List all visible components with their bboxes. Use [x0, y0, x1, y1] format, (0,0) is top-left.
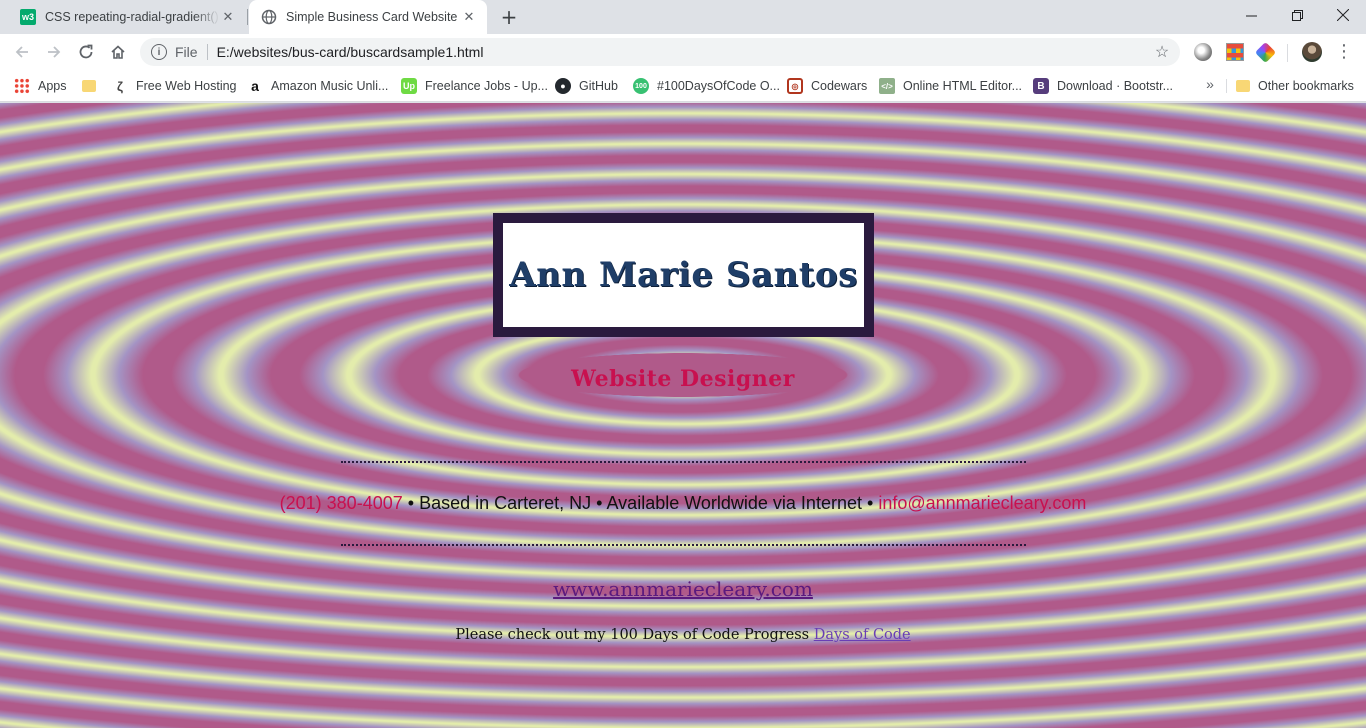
- bookmark-label: GitHub: [579, 79, 618, 93]
- bookmark-label: Free Web Hosting: [136, 79, 237, 93]
- bookmark-label: Online HTML Editor...: [903, 79, 1023, 93]
- arrow-right-icon: [48, 46, 61, 58]
- minimize-button[interactable]: [1228, 0, 1274, 30]
- bookmark-free-web-hosting[interactable]: ζ Free Web Hosting: [112, 76, 237, 96]
- menu-icon[interactable]: ⋮: [1334, 40, 1354, 64]
- home-button[interactable]: [106, 40, 130, 64]
- website-line: www.annmariecleary.com: [0, 577, 1366, 601]
- w3schools-icon: w3: [20, 9, 36, 25]
- forward-button[interactable]: [42, 40, 66, 64]
- bookmark-upwork[interactable]: Up Freelance Jobs - Up...: [401, 76, 548, 96]
- bootstrap-icon: B: [1033, 78, 1049, 94]
- bookmark-amazon-music[interactable]: a Amazon Music Unli...: [247, 76, 388, 96]
- amazon-icon: a: [251, 78, 259, 94]
- availability-text: Available Worldwide via Internet: [606, 493, 862, 513]
- email-address: info@annmariecleary.com: [878, 493, 1087, 513]
- folder-icon: [82, 80, 96, 92]
- progress-line: Please check out my 100 Days of Code Pro…: [0, 627, 1366, 643]
- bookmark-label: Codewars: [811, 79, 868, 93]
- back-button[interactable]: [10, 40, 34, 64]
- arrow-left-icon: [15, 46, 28, 58]
- info-icon[interactable]: i: [151, 44, 167, 60]
- bookmark-folder[interactable]: [82, 76, 104, 96]
- reload-button[interactable]: [74, 40, 98, 64]
- separator-bullet: •: [867, 493, 874, 513]
- page-viewport: Ann Marie Santos Website Designer (201) …: [0, 103, 1366, 728]
- address-divider: [206, 44, 208, 60]
- restore-button[interactable]: [1274, 0, 1320, 30]
- scheme-label: File: [175, 44, 198, 60]
- tab-title: Simple Business Card Website: [286, 10, 458, 24]
- extension-circle-icon[interactable]: [1194, 43, 1212, 61]
- bookmark-100days[interactable]: 100 #100DaysOfCode O...: [633, 76, 780, 96]
- dotted-divider: [341, 461, 1026, 463]
- globe-icon: [261, 9, 277, 25]
- extension-grid-icon[interactable]: [1226, 43, 1244, 61]
- bookmark-github[interactable]: ● GitHub: [555, 76, 618, 96]
- phone-number: (201) 380-4007: [279, 493, 403, 513]
- close-window-button[interactable]: [1320, 0, 1366, 30]
- bookmark-html-editor[interactable]: </> Online HTML Editor...: [879, 76, 1022, 96]
- bookmark-codewars[interactable]: ◎ Codewars: [787, 76, 867, 96]
- folder-icon: [1236, 80, 1250, 92]
- reload-icon: [79, 44, 93, 59]
- 100days-icon: 100: [633, 78, 649, 94]
- dotted-divider: [341, 544, 1026, 546]
- name-card: Ann Marie Santos: [493, 213, 874, 337]
- tab-strip: w3 CSS repeating-radial-gradient() fu ✕ …: [0, 0, 1366, 34]
- separator-bullet: •: [596, 493, 603, 513]
- close-icon[interactable]: ✕: [461, 9, 477, 25]
- new-tab-button[interactable]: +: [498, 5, 520, 29]
- html-editor-icon: </>: [879, 78, 895, 94]
- profile-avatar[interactable]: [1302, 42, 1322, 62]
- url-text[interactable]: E:/websites/bus-card/buscardsample1.html: [217, 44, 1150, 60]
- upwork-icon: Up: [401, 78, 417, 94]
- bookmark-apps[interactable]: Apps: [14, 76, 67, 96]
- bookmark-label: Apps: [38, 79, 67, 93]
- github-icon: ●: [555, 78, 571, 94]
- days-of-code-link[interactable]: Days of Code: [814, 627, 911, 643]
- job-title: Website Designer: [571, 366, 795, 392]
- address-bar[interactable]: i File E:/websites/bus-card/buscardsampl…: [140, 38, 1180, 66]
- browser-toolbar: i File E:/websites/bus-card/buscardsampl…: [0, 34, 1366, 70]
- bookmark-label: Amazon Music Unli...: [271, 79, 389, 93]
- star-icon[interactable]: ☆: [1150, 42, 1174, 62]
- tab-css-gradient[interactable]: w3 CSS repeating-radial-gradient() fu ✕: [8, 0, 246, 34]
- bookmark-label: Other bookmarks: [1258, 79, 1354, 93]
- more-bookmarks-button[interactable]: »: [1202, 76, 1218, 96]
- progress-text: Please check out my 100 Days of Code Pro…: [455, 627, 810, 643]
- bookmark-label: #100DaysOfCode O...: [657, 79, 780, 93]
- bookmark-label: Freelance Jobs - Up...: [425, 79, 548, 93]
- bookmark-bootstrap[interactable]: B Download · Bootstr...: [1033, 76, 1173, 96]
- bookmark-label: Download · Bootstr...: [1057, 79, 1174, 93]
- wave-icon: ζ: [117, 78, 123, 94]
- home-icon: [111, 45, 125, 59]
- codewars-icon: ◎: [787, 78, 803, 94]
- close-icon[interactable]: ✕: [220, 9, 236, 25]
- tab-business-card[interactable]: Simple Business Card Website ✕: [249, 0, 487, 34]
- other-bookmarks[interactable]: Other bookmarks: [1236, 76, 1354, 96]
- website-link[interactable]: www.annmariecleary.com: [553, 577, 813, 601]
- person-name: Ann Marie Santos: [509, 255, 858, 295]
- bookmarks-bar: Apps ζ Free Web Hosting a Amazon Music U…: [0, 70, 1366, 102]
- contact-line: (201) 380-4007 • Based in Carteret, NJ •…: [0, 493, 1366, 514]
- extension-color-icon[interactable]: [1254, 41, 1277, 64]
- tab-title: CSS repeating-radial-gradient() fu: [45, 10, 220, 24]
- bookmarks-divider: [1226, 79, 1227, 93]
- tab-divider: [247, 9, 248, 25]
- separator-bullet: •: [407, 493, 415, 513]
- apps-grid-icon: [14, 78, 30, 94]
- toolbar-divider: [1287, 44, 1288, 62]
- location-text: Based in Carteret, NJ: [419, 493, 592, 513]
